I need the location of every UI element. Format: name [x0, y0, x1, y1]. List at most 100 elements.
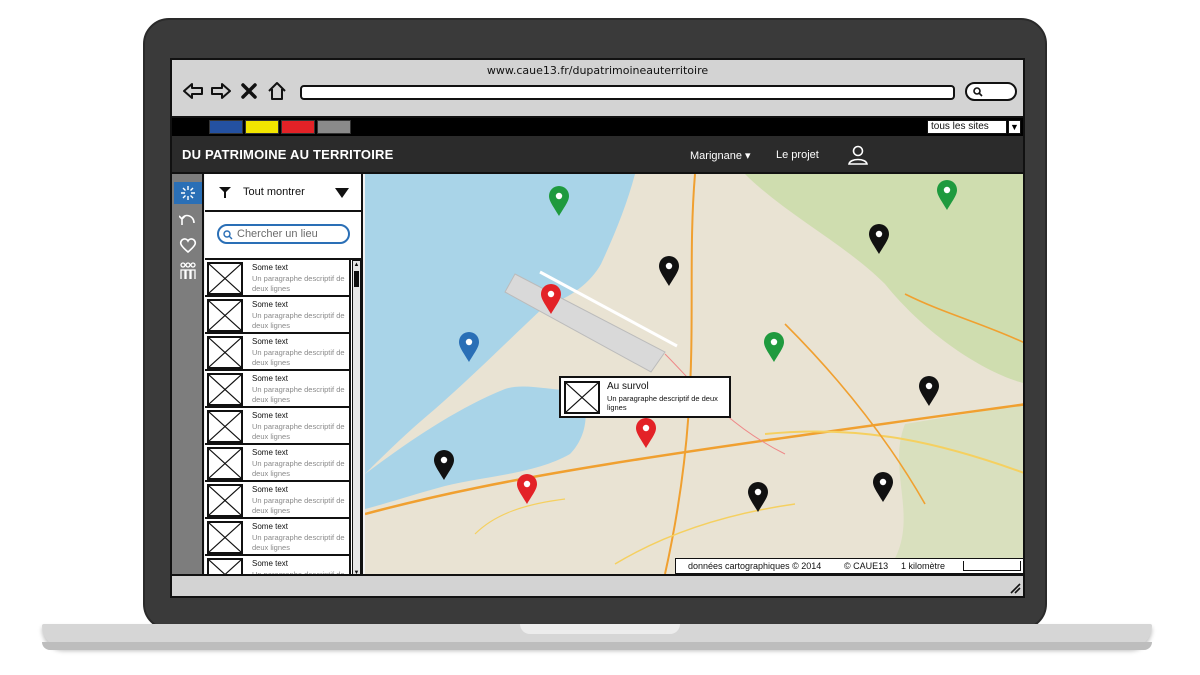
- map-marker-icon[interactable]: [937, 180, 957, 210]
- map-view[interactable]: 1 2 3 Au survol Un paragraphe descriptif…: [365, 174, 1023, 574]
- forward-arrow-icon[interactable]: [210, 80, 232, 102]
- map-marker-icon[interactable]: [764, 332, 784, 362]
- site-swatch-yellow[interactable]: [245, 120, 279, 134]
- laptop-notch: [520, 624, 680, 634]
- image-placeholder-icon: [207, 262, 243, 295]
- attribution-brand: © CAUE13: [844, 561, 889, 571]
- browser-toolbar: www.caue13.fr/dupatrimoineauterritoire: [172, 60, 1023, 118]
- scrollbar-thumb[interactable]: [354, 271, 359, 287]
- map-attribution: données cartographiques © 2014 © CAUE13 …: [675, 558, 1023, 574]
- stop-icon[interactable]: [238, 80, 260, 102]
- list-item[interactable]: Some text Un paragraphe descriptif de deu…: [205, 260, 351, 297]
- address-bar[interactable]: [300, 85, 955, 100]
- image-placeholder-icon: [207, 299, 243, 332]
- list-item-description: Un paragraphe descriptif de deux lignes: [252, 348, 345, 367]
- map-marker-icon[interactable]: [517, 474, 537, 504]
- sites-dropdown[interactable]: tous les sites: [927, 120, 1007, 134]
- list-item-title: Some text: [252, 300, 289, 309]
- nav-link-le-projet[interactable]: Le projet: [776, 149, 819, 161]
- people-icon[interactable]: [174, 260, 202, 282]
- browser-search-field[interactable]: [965, 82, 1017, 101]
- list-item[interactable]: Some text Un paragraphe descriptif de deu…: [205, 519, 351, 556]
- list-item-description: Un paragraphe descriptif de deux lignes: [252, 496, 345, 515]
- scale-bar: [963, 561, 1021, 571]
- image-placeholder-icon: [207, 373, 243, 406]
- list-item[interactable]: Some text Un paragraphe descriptif de deu…: [205, 408, 351, 445]
- filter-dropdown[interactable]: Tout montrer: [205, 174, 363, 212]
- image-placeholder-icon: [207, 484, 243, 517]
- navigation-buttons: [182, 80, 288, 102]
- browser-window: www.caue13.fr/dupatrimoineauterritoire t…: [170, 58, 1025, 598]
- list-item[interactable]: Some text Un paragraphe descriptif de deu…: [205, 482, 351, 519]
- search-placeholder: Chercher un lieu: [237, 228, 318, 240]
- map-marker-icon[interactable]: [748, 482, 768, 512]
- browser-status-bar: [172, 574, 1023, 596]
- list-item-title: Some text: [252, 448, 289, 457]
- map-marker-icon[interactable]: [869, 224, 889, 254]
- list-item-title: Some text: [252, 337, 289, 346]
- network-sites-bar: tous les sites ▼: [172, 118, 1023, 136]
- place-search-input[interactable]: Chercher un lieu: [217, 224, 350, 244]
- sidebar-panel: Tout montrer Chercher un lieu Some text U…: [205, 174, 363, 596]
- filter-label: Tout montrer: [243, 186, 305, 198]
- list-scrollbar[interactable]: ▲ ▼: [352, 260, 361, 578]
- site-swatch-blue[interactable]: [209, 120, 243, 134]
- list-item-description: Un paragraphe descriptif de deux lignes: [252, 459, 345, 478]
- dropdown-arrow-icon[interactable]: ▼: [1008, 120, 1021, 134]
- list-item[interactable]: Some text Un paragraphe descriptif de deu…: [205, 445, 351, 482]
- map-marker-icon[interactable]: [636, 418, 656, 448]
- list-item-title: Some text: [252, 263, 289, 272]
- tooltip-image-placeholder: [564, 381, 600, 414]
- list-item[interactable]: Some text Un paragraphe descriptif de deu…: [205, 371, 351, 408]
- resize-grip-icon[interactable]: [1009, 582, 1021, 594]
- place-list: Some text Un paragraphe descriptif de deu…: [205, 258, 363, 596]
- app-header: DU PATRIMOINE AU TERRITOIRE Marignane ▾ …: [172, 136, 1023, 174]
- map-marker-icon[interactable]: [434, 450, 454, 480]
- map-marker-icon[interactable]: [549, 186, 569, 216]
- list-item-description: Un paragraphe descriptif de deux lignes: [252, 311, 345, 330]
- list-item-title: Some text: [252, 374, 289, 383]
- list-item[interactable]: Some text Un paragraphe descriptif de deu…: [205, 334, 351, 371]
- list-item-title: Some text: [252, 522, 289, 531]
- heart-icon[interactable]: [174, 234, 202, 256]
- map-marker-icon[interactable]: [541, 284, 561, 314]
- site-swatch-red[interactable]: [281, 120, 315, 134]
- sparkle-icon[interactable]: [174, 182, 202, 204]
- site-swatch-grey[interactable]: [317, 120, 351, 134]
- magnifier-icon: [973, 87, 983, 97]
- list-item-title: Some text: [252, 559, 289, 568]
- search-icon: [223, 230, 233, 240]
- list-item[interactable]: Some text Un paragraphe descriptif de deu…: [205, 297, 351, 334]
- home-icon[interactable]: [266, 80, 288, 102]
- list-item-description: Un paragraphe descriptif de deux lignes: [252, 533, 345, 552]
- image-placeholder-icon: [207, 521, 243, 554]
- image-placeholder-icon: [207, 410, 243, 443]
- list-item-description: Un paragraphe descriptif de deux lignes: [252, 274, 345, 293]
- hover-tooltip: Au survol Un paragraphe descriptif de de…: [559, 376, 731, 418]
- tooltip-title: Au survol: [607, 381, 649, 392]
- map-marker-icon[interactable]: [459, 332, 479, 362]
- chevron-down-icon: [335, 188, 349, 198]
- user-account-icon[interactable]: [848, 145, 868, 170]
- map-marker-icon[interactable]: [919, 376, 939, 406]
- filter-funnel-icon: [219, 187, 231, 198]
- image-placeholder-icon: [207, 336, 243, 369]
- list-item-description: Un paragraphe descriptif de deux lignes: [252, 422, 345, 441]
- laptop-base-shadow: [42, 642, 1152, 650]
- left-icon-rail: [172, 174, 204, 574]
- page-url-title: www.caue13.fr/dupatrimoineauterritoire: [486, 64, 709, 77]
- nav-link-marignane[interactable]: Marignane ▾: [690, 149, 751, 162]
- attribution-text: données cartographiques © 2014: [688, 561, 822, 571]
- map-marker-icon[interactable]: [659, 256, 679, 286]
- scroll-up-arrow-icon[interactable]: ▲: [353, 261, 360, 269]
- back-arrow-icon[interactable]: [182, 80, 204, 102]
- tooltip-description: Un paragraphe descriptif de deux lignes: [607, 394, 718, 412]
- image-placeholder-icon: [207, 447, 243, 480]
- map-markers: [434, 180, 957, 512]
- return-icon[interactable]: [174, 208, 202, 230]
- app-title: DU PATRIMOINE AU TERRITOIRE: [182, 147, 394, 162]
- list-item-title: Some text: [252, 411, 289, 420]
- map-marker-icon[interactable]: [873, 472, 893, 502]
- list-item-description: Un paragraphe descriptif de deux lignes: [252, 385, 345, 404]
- scale-label: 1 kilomètre: [901, 561, 946, 571]
